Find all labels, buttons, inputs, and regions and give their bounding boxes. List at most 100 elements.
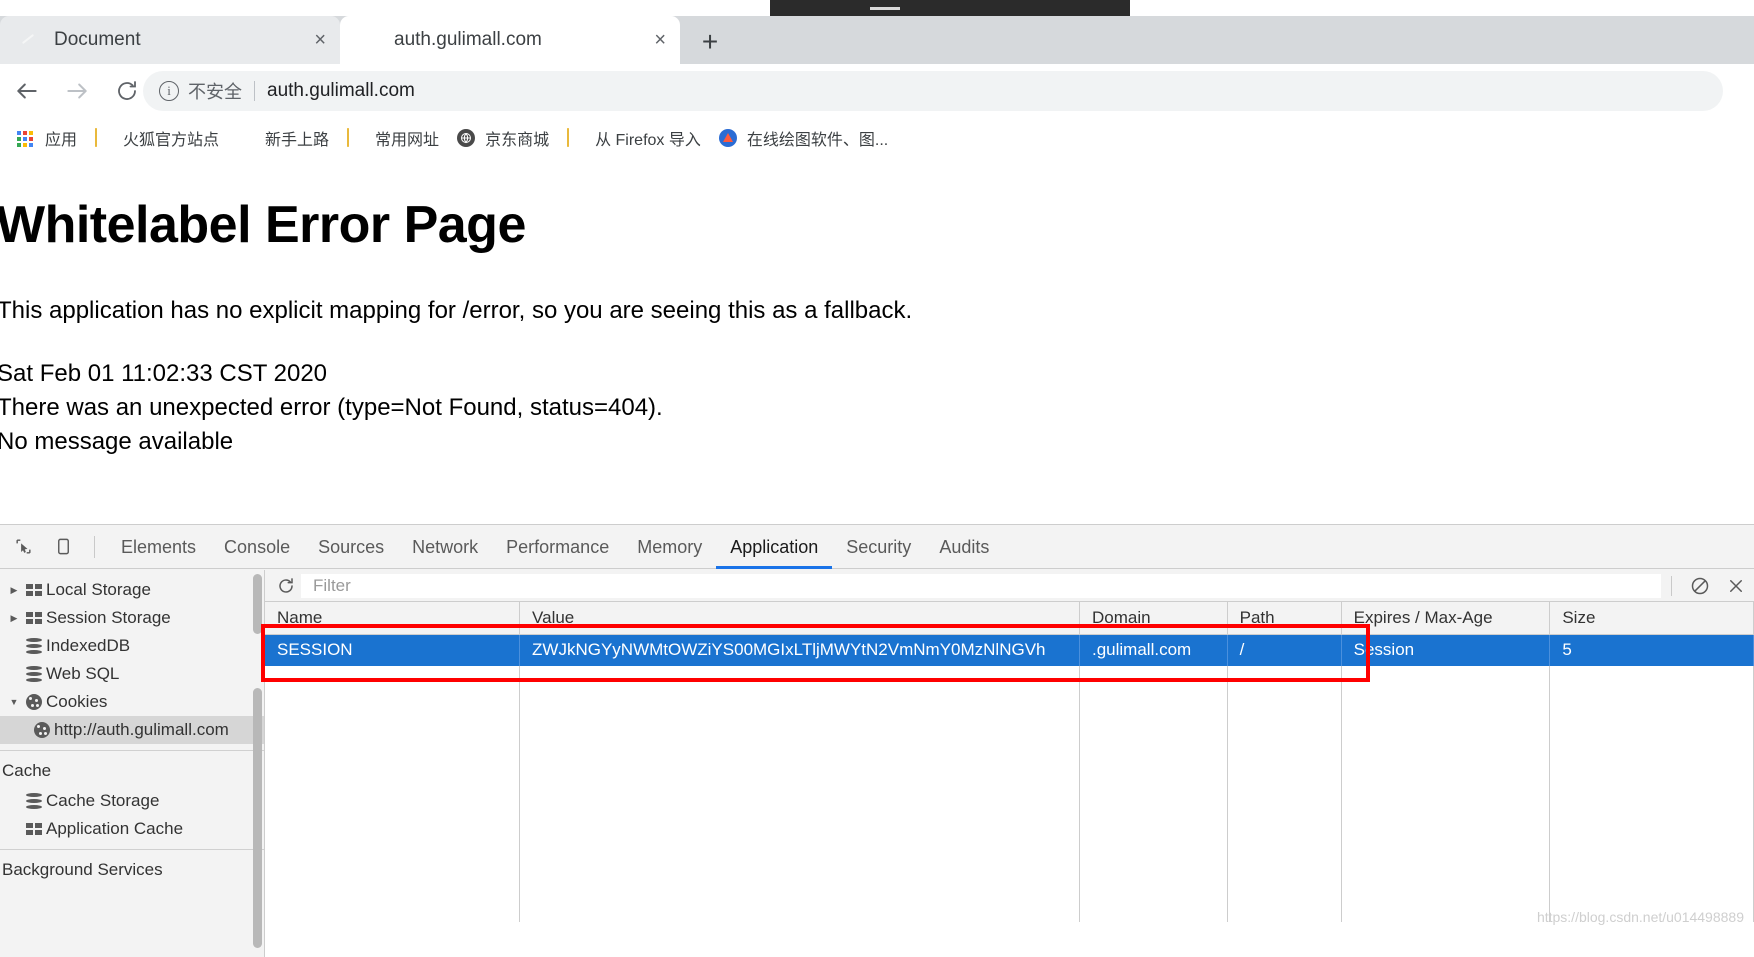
cell-path: /: [1227, 634, 1342, 666]
filter-input[interactable]: [301, 573, 1661, 598]
sidebar-item-label: Local Storage: [46, 580, 151, 599]
devtools-tab-elements[interactable]: Elements: [107, 525, 210, 569]
site-info-icon[interactable]: i: [159, 81, 179, 101]
back-icon[interactable]: [4, 68, 50, 114]
folder-icon: [347, 127, 366, 148]
folder-icon: [95, 127, 114, 148]
sidebar-item-cookies[interactable]: ▼ Cookies: [0, 688, 264, 716]
clear-icon[interactable]: [1682, 576, 1718, 596]
sidebar-item-application-cache[interactable]: Application Cache: [0, 815, 264, 843]
chevron-down-icon[interactable]: ▼: [6, 697, 22, 707]
column-header-size[interactable]: Size: [1549, 602, 1754, 635]
sidebar-scrollbar-thumb[interactable]: [253, 688, 262, 948]
cell-domain: .gulimall.com: [1079, 634, 1228, 666]
bookmark-label: 京东商城: [485, 132, 550, 149]
bookmarks-bar: 应用 火狐官方站点 新手上路 常用网址 京东商城 从 Firefox 导入 在线…: [0, 117, 1754, 159]
grid-icon: [22, 823, 46, 835]
toolbar-divider: [94, 535, 95, 558]
table-row-empty: [265, 794, 1754, 826]
tab-title: auth.gulimall.com: [394, 29, 542, 50]
inspect-element-icon[interactable]: [6, 530, 40, 564]
bookmark-folder-firefox-import[interactable]: 从 Firefox 导入: [558, 123, 710, 153]
delete-icon[interactable]: [1718, 577, 1754, 595]
folder-icon: [567, 127, 586, 148]
bookmark-label: 新手上路: [265, 132, 330, 149]
column-header-expires[interactable]: Expires / Max-Age: [1341, 602, 1551, 635]
database-icon: [22, 638, 46, 654]
refresh-icon[interactable]: [271, 577, 301, 595]
bookmark-apps[interactable]: 应用: [8, 123, 86, 153]
browser-toolbar: i 不安全 auth.gulimall.com: [0, 64, 1754, 117]
devtools-tab-audits[interactable]: Audits: [925, 525, 1003, 569]
bookmark-folder-huohu[interactable]: 火狐官方站点: [86, 123, 228, 153]
database-icon: [22, 793, 46, 809]
omnibox-divider: [254, 81, 255, 101]
browser-tab-auth-gulimall[interactable]: auth.gulimall.com ×: [340, 16, 680, 64]
bookmark-xinshoushanglu[interactable]: 新手上路: [228, 123, 338, 153]
chevron-right-icon[interactable]: ▶: [6, 613, 22, 624]
firefox-icon: [237, 129, 256, 148]
sidebar-item-indexeddb[interactable]: IndexedDB: [0, 632, 264, 660]
jd-globe-icon: [457, 128, 476, 148]
devtools-tab-network[interactable]: Network: [398, 525, 492, 569]
column-header-value[interactable]: Value: [519, 602, 1080, 635]
devtools-tab-memory[interactable]: Memory: [623, 525, 716, 569]
cookie-icon: [22, 694, 46, 710]
devtools-tab-application[interactable]: Application: [716, 525, 832, 569]
toolbar-divider: [1671, 575, 1672, 596]
device-toolbar-icon[interactable]: [46, 530, 80, 564]
devtools-tab-performance[interactable]: Performance: [492, 525, 623, 569]
sidebar-section-background-services: Background Services: [2, 860, 163, 879]
page-content: Whitelabel Error Page This application h…: [0, 159, 1754, 524]
cookie-icon: [30, 722, 54, 738]
table-row-empty: [265, 890, 1754, 922]
sidebar-item-web-sql[interactable]: Web SQL: [0, 660, 264, 688]
grid-icon: [22, 584, 46, 596]
devtools-body: ▶ Local Storage ▶ Session Storage Indexe…: [0, 570, 1754, 957]
chevron-right-icon[interactable]: ▶: [6, 585, 22, 596]
tab-strip: Document × auth.gulimall.com × +: [0, 16, 1754, 64]
window-control-bar: [870, 7, 900, 10]
forward-icon[interactable]: [54, 68, 100, 114]
close-icon[interactable]: ×: [314, 30, 326, 50]
sidebar-scrollbar-thumb-top[interactable]: [253, 574, 262, 634]
browser-window: Document × auth.gulimall.com × + i 不安全 a…: [0, 0, 1754, 957]
table-row-empty: [265, 698, 1754, 730]
bookmark-label: 常用网址: [375, 132, 440, 149]
sidebar-item-cache-storage[interactable]: Cache Storage: [0, 787, 264, 815]
cell-size: 5: [1549, 634, 1754, 666]
sidebar-item-local-storage[interactable]: ▶ Local Storage: [0, 576, 264, 604]
leaf-icon: [358, 29, 380, 51]
devtools-tab-sources[interactable]: Sources: [304, 525, 398, 569]
cell-expires: Session: [1341, 634, 1551, 666]
window-top-right: [1130, 0, 1754, 16]
table-row[interactable]: SESSION ZWJkNGYyNWMtOWZiYS00MGIxLTljMWYt…: [265, 634, 1754, 666]
bookmark-label: 从 Firefox 导入: [595, 132, 701, 149]
column-header-domain[interactable]: Domain: [1079, 602, 1228, 635]
bookmark-diagram-site[interactable]: 在线绘图软件、图...: [710, 123, 897, 153]
new-tab-button[interactable]: +: [692, 26, 728, 60]
sidebar-item-session-storage[interactable]: ▶ Session Storage: [0, 604, 264, 632]
leaf-icon: [18, 29, 40, 51]
cell-name: SESSION: [265, 634, 521, 666]
devtools-tab-console[interactable]: Console: [210, 525, 304, 569]
table-row-empty: [265, 762, 1754, 794]
table-row-empty: [265, 730, 1754, 762]
error-message: No message available: [0, 428, 234, 455]
address-bar[interactable]: i 不安全 auth.gulimall.com: [143, 71, 1723, 111]
bookmark-jd[interactable]: 京东商城: [448, 123, 558, 153]
bookmark-folder-changyong[interactable]: 常用网址: [338, 123, 448, 153]
column-header-name[interactable]: Name: [265, 602, 521, 635]
cookies-pane: Name Value Domain Path Expires / Max-Age…: [265, 570, 1754, 957]
devtools-tab-security[interactable]: Security: [832, 525, 925, 569]
column-header-path[interactable]: Path: [1227, 602, 1342, 635]
error-description: This application has no explicit mapping…: [0, 297, 913, 324]
bookmark-label: 在线绘图软件、图...: [746, 132, 889, 149]
table-row-empty: [265, 826, 1754, 858]
sidebar-item-cookie-origin[interactable]: http://auth.gulimall.com: [0, 716, 264, 744]
error-detail: There was an unexpected error (type=Not …: [0, 394, 663, 421]
close-icon[interactable]: ×: [654, 30, 666, 50]
sidebar-item-label: Session Storage: [46, 608, 171, 627]
sidebar-item-label: Cookies: [46, 692, 108, 711]
browser-tab-document[interactable]: Document ×: [0, 16, 340, 64]
